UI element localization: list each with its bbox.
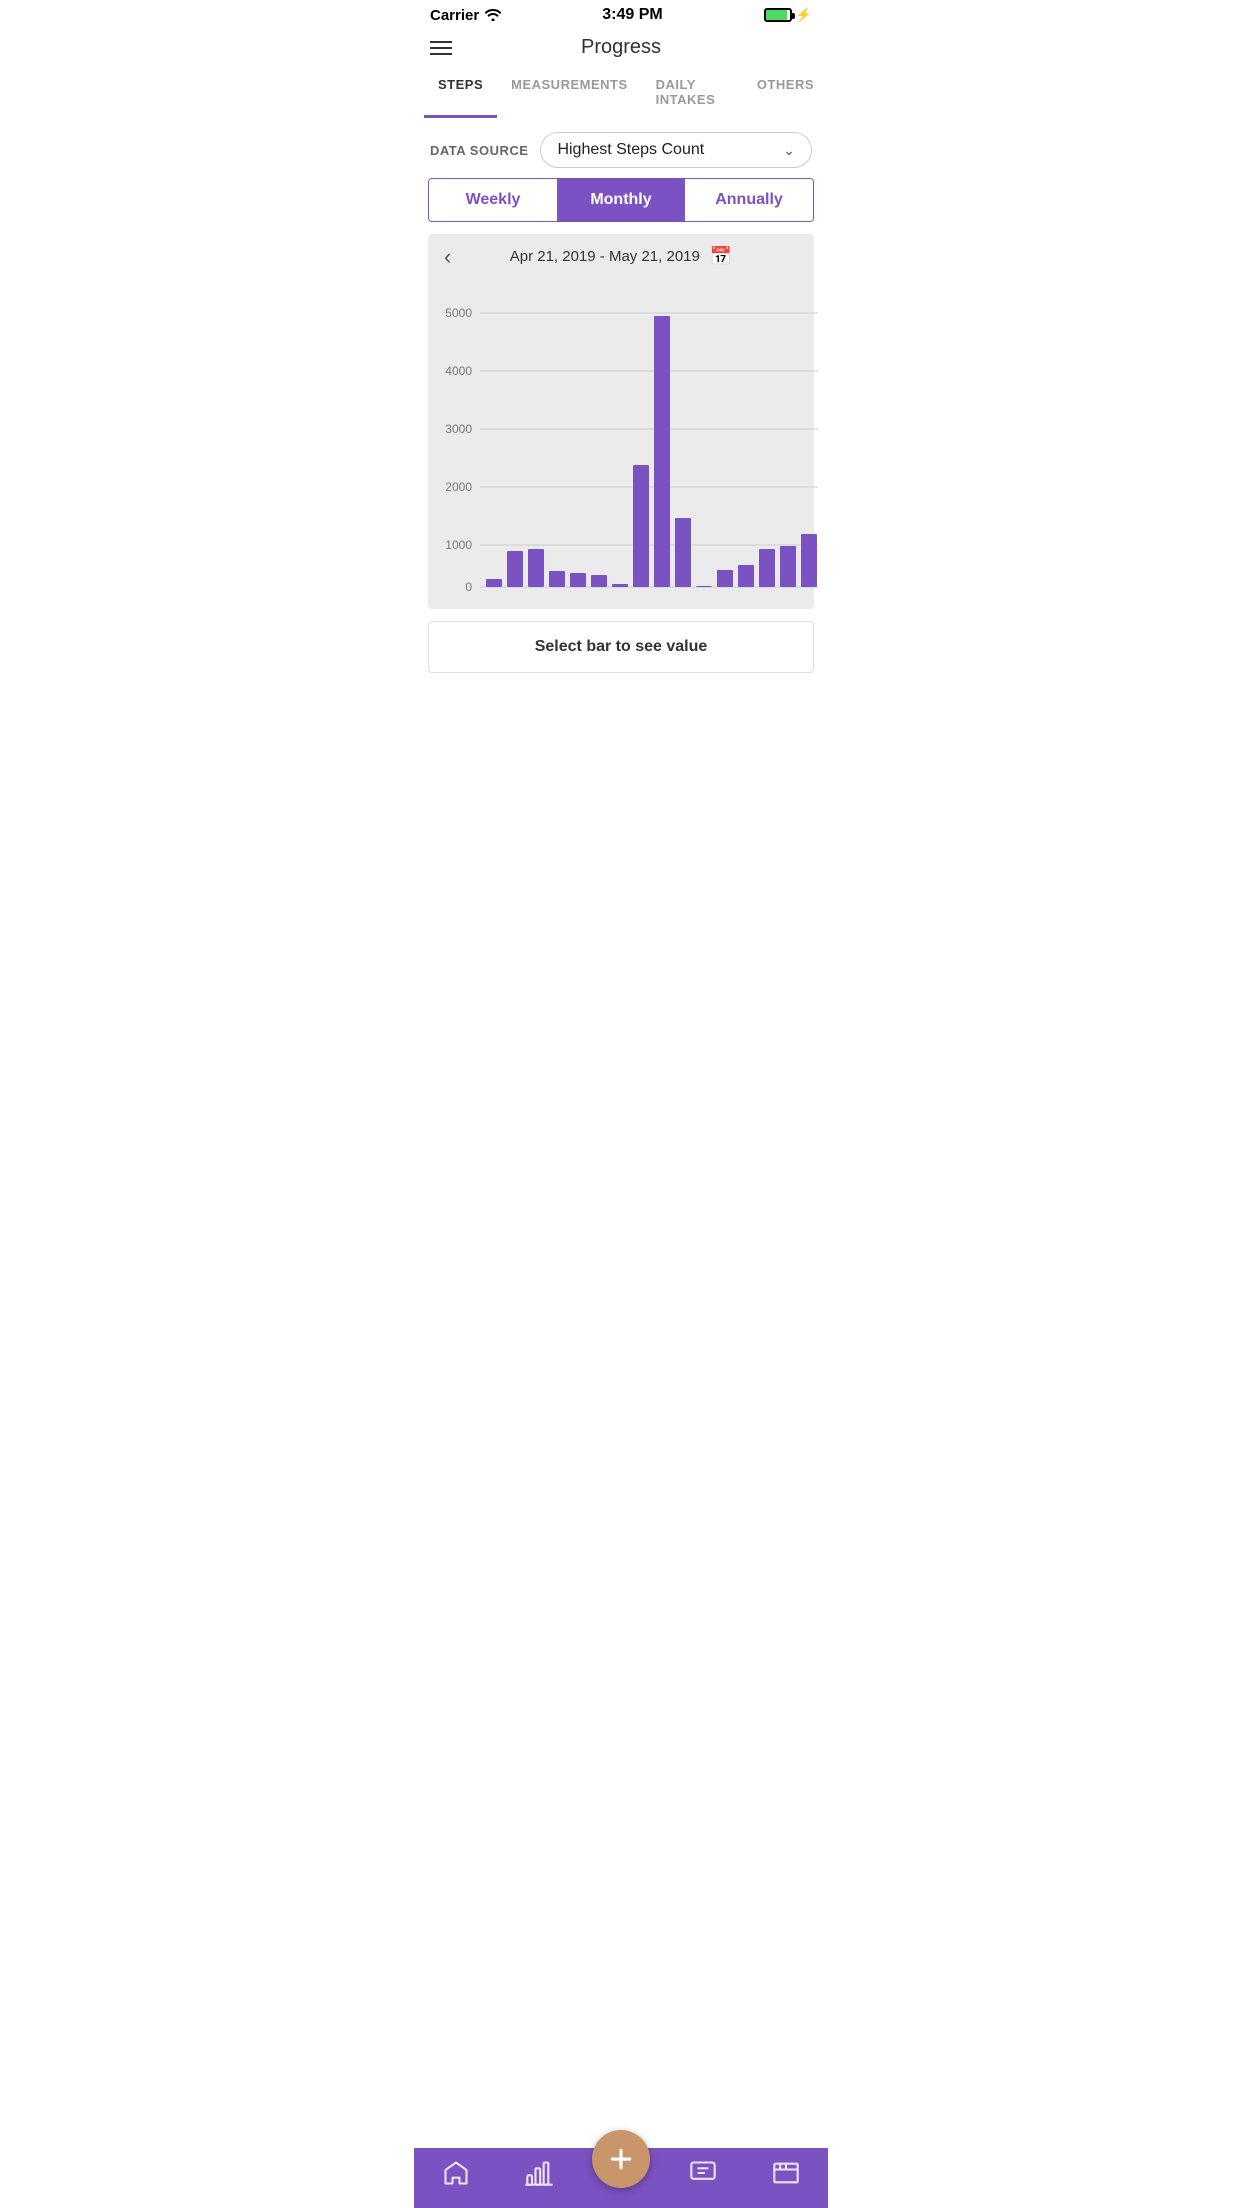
svg-text:4000: 4000 xyxy=(445,364,472,378)
tab-steps[interactable]: STEPS xyxy=(424,69,497,118)
home-icon xyxy=(442,2159,470,2187)
wifi-icon xyxy=(485,9,501,21)
bar-6[interactable] xyxy=(591,575,607,587)
bar-14[interactable] xyxy=(759,549,775,587)
svg-text:5000: 5000 xyxy=(445,306,472,320)
progress-icon xyxy=(525,2159,553,2187)
period-weekly[interactable]: Weekly xyxy=(429,179,557,221)
bar-10[interactable] xyxy=(675,518,691,587)
charging-bolt: ⚡ xyxy=(796,7,812,23)
nav-progress[interactable] xyxy=(509,2159,569,2187)
bar-2[interactable] xyxy=(507,551,523,587)
media-icon xyxy=(772,2159,800,2187)
data-source-label: DATA SOURCE xyxy=(430,143,528,158)
carrier-label: Carrier xyxy=(430,7,479,24)
bar-15[interactable] xyxy=(780,546,796,587)
period-selector: Weekly Monthly Annually xyxy=(428,178,814,222)
battery-fill xyxy=(766,10,788,20)
bar-1[interactable] xyxy=(486,579,502,587)
chat-icon xyxy=(689,2159,717,2187)
bar-13[interactable] xyxy=(738,565,754,587)
chart-prev-button[interactable]: ‹ xyxy=(444,244,451,270)
bar-11[interactable] xyxy=(696,586,712,587)
hamburger-menu[interactable] xyxy=(430,41,452,55)
status-time: 3:49 PM xyxy=(602,6,662,24)
tab-measurements[interactable]: MEASUREMENTS xyxy=(497,69,642,118)
select-bar-text: Select bar to see value xyxy=(535,638,708,655)
page-header: Progress xyxy=(414,28,828,65)
nav-tabs: STEPS MEASUREMENTS DAILY INTAKES OTHERS xyxy=(414,69,828,118)
status-right: ⚡ xyxy=(764,7,812,23)
data-source-selected: Highest Steps Count xyxy=(557,141,704,159)
tab-others[interactable]: OTHERS xyxy=(743,69,828,118)
bar-8[interactable] xyxy=(633,465,649,587)
chart-date-range: Apr 21, 2019 - May 21, 2019 xyxy=(510,248,700,265)
svg-text:3000: 3000 xyxy=(445,422,472,436)
page-title: Progress xyxy=(581,36,661,59)
svg-text:0: 0 xyxy=(465,580,472,594)
bar-9[interactable] xyxy=(654,316,670,587)
bar-chart: 5000 4000 3000 2000 1000 0 xyxy=(428,279,828,599)
nav-media[interactable] xyxy=(756,2159,816,2187)
nav-chat[interactable] xyxy=(673,2159,733,2187)
period-monthly[interactable]: Monthly xyxy=(557,179,685,221)
data-source-dropdown[interactable]: Highest Steps Count ⌄ xyxy=(540,132,812,168)
chart-container: ‹ Apr 21, 2019 - May 21, 2019 📅 5000 400… xyxy=(428,234,814,609)
svg-text:2000: 2000 xyxy=(445,480,472,494)
period-annually[interactable]: Annually xyxy=(685,179,813,221)
status-bar: Carrier 3:49 PM ⚡ xyxy=(414,0,828,28)
chevron-down-icon: ⌄ xyxy=(783,142,795,159)
bar-5[interactable] xyxy=(570,573,586,587)
chart-svg-wrapper: 5000 4000 3000 2000 1000 0 xyxy=(428,279,814,609)
status-left: Carrier xyxy=(430,7,501,24)
nav-home[interactable] xyxy=(426,2159,486,2187)
bar-3[interactable] xyxy=(528,549,544,587)
data-source-row: DATA SOURCE Highest Steps Count ⌄ xyxy=(414,122,828,178)
calendar-icon[interactable]: 📅 xyxy=(710,246,732,267)
svg-text:1000: 1000 xyxy=(445,538,472,552)
battery-icon xyxy=(764,8,792,22)
select-bar-box: Select bar to see value xyxy=(428,621,814,673)
bottom-nav xyxy=(414,2148,828,2208)
bar-4[interactable] xyxy=(549,571,565,587)
bar-7[interactable] xyxy=(612,584,628,587)
fab-add-button[interactable] xyxy=(592,2130,650,2188)
bar-12[interactable] xyxy=(717,570,733,587)
chart-header: ‹ Apr 21, 2019 - May 21, 2019 📅 xyxy=(428,246,814,279)
plus-icon xyxy=(606,2144,636,2174)
tab-daily-intakes[interactable]: DAILY INTAKES xyxy=(642,69,743,118)
bar-16[interactable] xyxy=(801,534,817,587)
